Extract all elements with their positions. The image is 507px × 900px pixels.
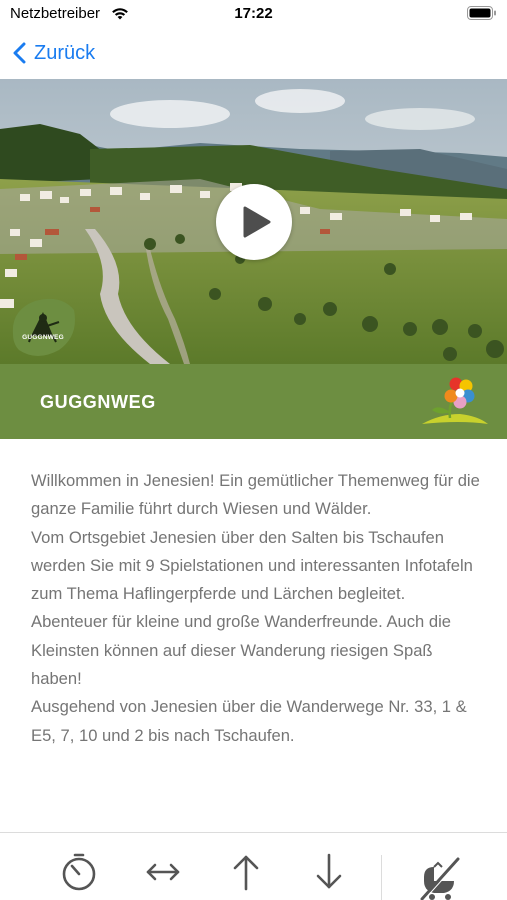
chevron-left-icon bbox=[13, 42, 26, 64]
description-text: Willkommen in Jenesien! Ein gemütlicher … bbox=[31, 467, 481, 750]
ascent-icon bbox=[233, 855, 259, 891]
flower-icon bbox=[422, 377, 488, 424]
hero-video[interactable]: GUGGNWEG bbox=[0, 79, 507, 364]
title-bar: GUGGNWEG bbox=[0, 364, 507, 439]
navigation-bar: Zurück bbox=[0, 30, 507, 78]
back-label: Zurück bbox=[34, 41, 96, 64]
guggnweg-logo-icon bbox=[12, 298, 75, 356]
battery-icon bbox=[467, 6, 496, 20]
descent-icon bbox=[316, 853, 342, 889]
no-stroller-icon bbox=[420, 857, 461, 900]
page-title: GUGGNWEG bbox=[40, 392, 156, 412]
description-paragraph-3: Ausgehend von Jenesien über die Wanderwe… bbox=[31, 697, 467, 745]
toolbar-separator bbox=[381, 855, 382, 900]
status-time: 17:22 bbox=[234, 5, 273, 22]
tour-info-toolbar bbox=[0, 833, 507, 900]
back-button[interactable]: Zurück bbox=[12, 38, 95, 68]
play-icon bbox=[243, 206, 271, 238]
status-bar: Netzbetreiber 17:22 bbox=[0, 0, 507, 30]
description-paragraph-2: Vom Ortsgebiet Jenesien über den Salten … bbox=[31, 527, 473, 689]
play-button[interactable] bbox=[216, 184, 292, 260]
logo-badge-label: GUGGNWEG bbox=[22, 334, 64, 341]
distance-icon bbox=[146, 863, 180, 881]
duration-icon bbox=[62, 853, 96, 891]
description-paragraph-1: Willkommen in Jenesien! Ein gemütlicher … bbox=[31, 471, 480, 519]
